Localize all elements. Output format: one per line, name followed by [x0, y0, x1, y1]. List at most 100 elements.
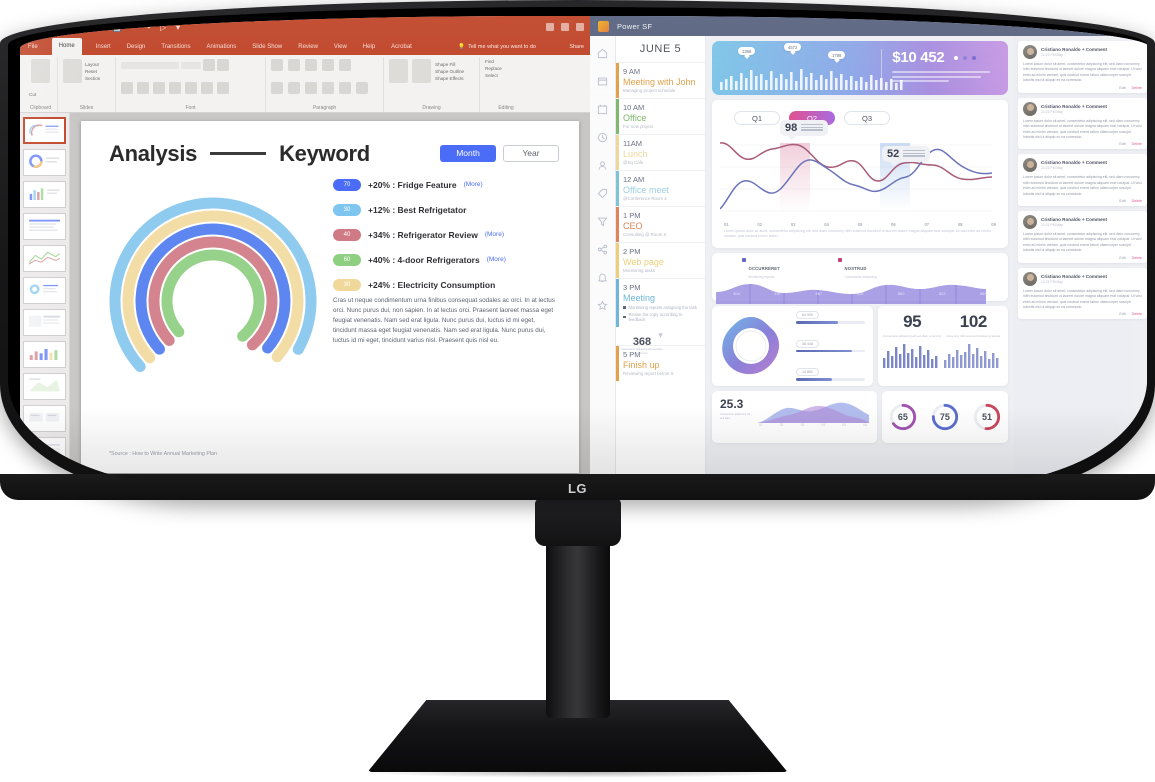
slide-thumbnail[interactable]	[23, 341, 66, 368]
ribbon-tabs[interactable]: File Home Insert Design Transitions Anim…	[20, 38, 590, 55]
area-metric-card[interactable]: 25.3 Consectetur adipiscing elit sed dia…	[712, 391, 877, 443]
legend-more-link[interactable]: (More)	[464, 181, 483, 188]
slide-thumbnail[interactable]	[23, 437, 66, 464]
comment-card[interactable]: Cristiano Ronaldo + Comment 12:21 PM May…	[1018, 154, 1147, 207]
font-size-box[interactable]	[181, 61, 201, 69]
comment-card[interactable]: Cristiano Ronaldo + Comment 12:21 PM May…	[1018, 97, 1147, 150]
decrease-font-icon[interactable]	[217, 59, 229, 71]
justify-icon[interactable]	[322, 82, 334, 94]
bold-icon[interactable]	[121, 82, 133, 94]
maximize-icon[interactable]	[561, 23, 569, 31]
contacts-icon[interactable]	[597, 160, 608, 171]
tab-view[interactable]: View	[332, 44, 349, 50]
numbering-icon[interactable]	[288, 59, 300, 71]
schedule-event[interactable]: 11AM Lunch @Sq Cafe	[616, 134, 705, 170]
slide-thumbnail[interactable]	[23, 277, 66, 304]
ribbon-group-editing[interactable]: Find Replace Select Editing	[480, 57, 532, 112]
change-case-icon[interactable]	[201, 82, 213, 94]
tab-review[interactable]: Review	[296, 44, 320, 50]
shape-effects-label[interactable]: Shape Effects	[435, 76, 464, 81]
clock-icon[interactable]	[597, 132, 608, 143]
ribbon-group-clipboard[interactable]: Cut Clipboard	[24, 57, 58, 112]
shapes-icon[interactable]	[389, 59, 408, 83]
tab-design[interactable]: Design	[125, 44, 148, 50]
align-center-icon[interactable]	[288, 82, 300, 94]
comment-card[interactable]: Cristiano Ronaldo + Comment 12:21 PM May…	[1018, 267, 1147, 320]
redo-icon[interactable]: ↷	[144, 23, 153, 32]
italic-icon[interactable]	[137, 82, 149, 94]
slide-thumbnail[interactable]	[23, 117, 66, 144]
legend-item[interactable]: 30 +24% : Electricity Consumption	[333, 278, 563, 291]
ring-gauges-card[interactable]: 65 75 51	[881, 391, 1008, 443]
align-right-icon[interactable]	[305, 82, 317, 94]
star-icon[interactable]	[597, 300, 608, 311]
minimize-icon[interactable]	[546, 23, 554, 31]
slide-thumbnail[interactable]	[23, 213, 66, 240]
slide-thumbnail[interactable]	[23, 405, 66, 432]
text-direction-icon[interactable]	[356, 82, 368, 94]
comment-delete-button[interactable]: Delete	[1132, 312, 1142, 316]
font-name-box[interactable]	[121, 61, 179, 69]
legend-item[interactable]: 30 +12% : Best Refrigetator	[333, 203, 563, 216]
inbox-icon[interactable]	[597, 76, 608, 87]
comments-panel[interactable]: Cristiano Ronaldo + Comment 12:21 PM May…	[1014, 36, 1147, 480]
customize-icon[interactable]: ▾	[176, 23, 185, 32]
paste-icon[interactable]	[31, 59, 50, 83]
comment-card[interactable]: Cristiano Ronaldo + Comment 12:21 PM May…	[1018, 41, 1147, 93]
schedule-event[interactable]: 3 PM Meeting Monitoring reports assignin…	[616, 278, 705, 327]
schedule-event[interactable]: 9 AM Meeting with John Managing project …	[616, 62, 705, 98]
tab-help[interactable]: Help	[361, 44, 377, 50]
cut-label[interactable]: Cut	[29, 92, 36, 97]
comment-delete-button[interactable]: Delete	[1132, 142, 1142, 146]
undo-icon[interactable]: ↶	[128, 23, 137, 32]
legend-more-link[interactable]: (More)	[485, 231, 504, 238]
increase-indent-icon[interactable]	[322, 59, 334, 71]
reset-label[interactable]: Reset	[85, 69, 100, 74]
find-label[interactable]: Find	[485, 59, 494, 64]
tab-slide-show[interactable]: Slide Show	[250, 44, 284, 50]
comment-edit-button[interactable]: Edit	[1119, 142, 1125, 146]
legend-item[interactable]: 40 +34% : Refrigerator Review (More)	[333, 228, 563, 241]
stats-card[interactable]: 95 Consectetur adipiscing elit sed diam …	[877, 306, 1008, 386]
comment-delete-button[interactable]: Delete	[1132, 199, 1142, 203]
comment-edit-button[interactable]: Edit	[1119, 256, 1125, 260]
tab-q1[interactable]: Q1	[734, 111, 780, 125]
icon-sidebar[interactable]	[590, 36, 616, 480]
ribbon-group-paragraph[interactable]: Paragraph	[266, 57, 384, 112]
calendar-icon[interactable]	[597, 104, 608, 115]
tell-me-box[interactable]: 💡 Tell me what you want to do	[458, 44, 536, 50]
performance-chart-card[interactable]: Q1 Q2 Q3 98 52 01 02 03 04 05 06 07 08 0…	[712, 100, 1008, 248]
carousel-dots[interactable]	[954, 55, 977, 60]
ribbon-group-font[interactable]: Font	[116, 57, 266, 112]
comment-card[interactable]: Cristiano Ronaldo + Comment 12:21 PM May…	[1018, 211, 1147, 263]
layout-label[interactable]: Layout	[85, 62, 100, 67]
decrease-indent-icon[interactable]	[305, 59, 317, 71]
close-icon[interactable]	[576, 23, 584, 31]
ribbon-group-drawing[interactable]: Shape Fill Shape Outline Shape Effects D…	[384, 57, 480, 112]
bell-icon[interactable]	[597, 272, 608, 283]
share-icon[interactable]	[597, 244, 608, 255]
tab-insert[interactable]: Insert	[94, 44, 113, 50]
slide-thumbnail[interactable]	[23, 245, 66, 272]
comment-delete-button[interactable]: Delete	[1132, 256, 1142, 260]
schedule-panel[interactable]: JUNE 5 9 AM Meeting with John Managing p…	[616, 36, 706, 480]
comment-edit-button[interactable]: Edit	[1119, 312, 1125, 316]
share-button[interactable]: Share	[569, 44, 584, 50]
columns-icon[interactable]	[339, 82, 351, 94]
slide-thumbnail[interactable]	[23, 309, 66, 336]
comment-delete-button[interactable]: Delete	[1132, 86, 1142, 90]
comment-edit-button[interactable]: Edit	[1119, 86, 1125, 90]
present-icon[interactable]: ▷	[160, 23, 169, 32]
slide-thumbnail[interactable]	[23, 149, 66, 176]
legend-item[interactable]: 70 +20% : Fridge Feature (More)	[333, 178, 563, 191]
tab-q3[interactable]: Q3	[844, 111, 890, 125]
schedule-event[interactable]: 1 PM CEO Consulting @ Room 6	[616, 206, 705, 242]
blob-metric-card[interactable]: 368 Consectetur adipiscing elit sed diam…	[621, 306, 873, 386]
slide-editing-area[interactable]: Analysis Keyword Month Year 70 +20%: Fr…	[70, 113, 590, 480]
save-icon[interactable]: 💾	[112, 23, 122, 32]
shape-outline-label[interactable]: Shape Outline	[435, 69, 464, 74]
align-left-icon[interactable]	[271, 82, 283, 94]
quick-access-toolbar[interactable]: 💾 ↶ ↷ ▷ ▾	[112, 23, 185, 32]
schedule-event[interactable]: 12 AM Office meet @Conference Room 4	[616, 170, 705, 206]
font-color-icon[interactable]	[217, 82, 229, 94]
